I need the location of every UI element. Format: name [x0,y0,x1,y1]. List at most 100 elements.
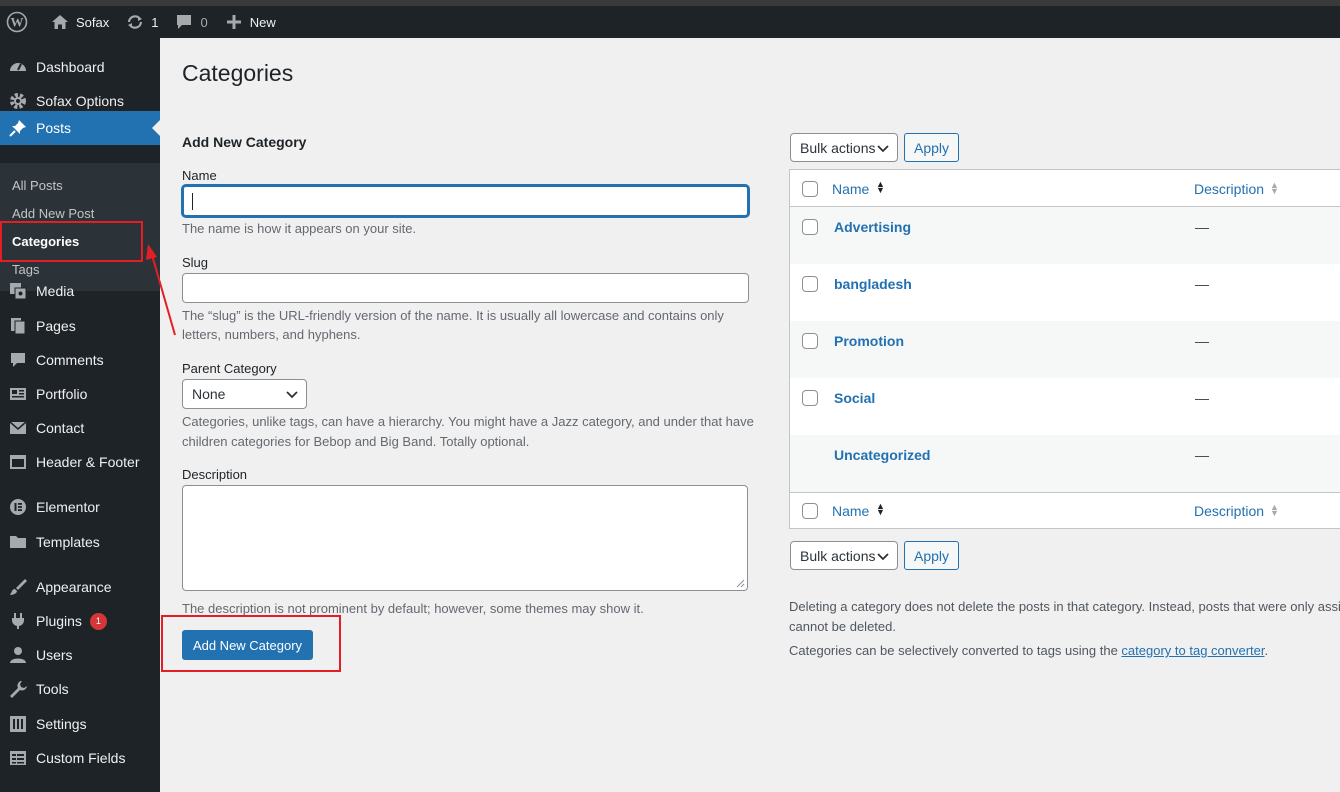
sidebar-item-tools[interactable]: Tools [0,672,160,706]
row-checkbox[interactable] [802,333,818,349]
row-checkbox[interactable] [802,276,818,292]
portfolio-icon [0,385,36,403]
sidebar-item-custom-fields[interactable]: Custom Fields [0,741,160,775]
name-input[interactable] [182,185,749,217]
table-row: Promotion — [790,321,1340,378]
wrench-icon [0,680,36,698]
table-header: Name ▲ ▼ Description ▲ ▼ [790,170,1340,207]
converter-note-prefix: Categories can be selectively converted … [789,643,1122,658]
slug-help-line1: The “slug” is the URL-friendly version o… [182,308,724,323]
description-label: Description [182,467,248,482]
annotation-arrow [146,244,176,336]
category-name-link[interactable]: Advertising [834,219,911,235]
resize-handle-icon[interactable] [736,579,745,588]
sidebar-item-label: Templates [36,534,100,550]
elementor-icon [0,498,36,516]
layout-icon [0,453,36,471]
row-checkbox[interactable] [802,390,818,406]
brush-icon [0,578,36,596]
categories-table: Name ▲ ▼ Description ▲ ▼ Advertising — ban… [789,169,1340,529]
bulk-actions-select-top[interactable]: Bulk actions [790,133,898,162]
slug-help-line2: letters, numbers, and hyphens. [182,327,361,342]
sidebar-item-label: Plugins [36,613,82,629]
table-row: Advertising — [790,207,1340,264]
user-icon [0,646,36,664]
sidebar-item-label: Tools [36,681,69,697]
category-description: — [1195,276,1209,292]
table-row: Uncategorized — [790,435,1340,492]
sidebar-item-label: Appearance [36,579,112,595]
category-name-link[interactable]: Uncategorized [834,447,930,463]
category-name-link[interactable]: Social [834,390,875,406]
update-count-badge: 1 [89,612,107,630]
sidebar-item-label: Settings [36,716,87,732]
name-help: The name is how it appears on your site. [182,221,417,236]
mail-icon [0,419,36,437]
column-description-footer[interactable]: Description [1194,503,1264,519]
sidebar-item-label: Header & Footer [36,454,140,470]
sidebar-item-label: Portfolio [36,386,88,402]
column-name-footer[interactable]: Name [832,503,869,519]
sidebar-item-label: Elementor [36,499,100,515]
sidebar-item-label: Custom Fields [36,750,126,766]
bulk-actions-select-bottom[interactable]: Bulk actions [790,541,898,570]
chevron-down-icon [877,553,889,561]
description-textarea[interactable] [182,485,748,591]
table-icon [0,749,36,767]
parent-category-select[interactable]: None [182,379,307,409]
sort-arrows-icon[interactable]: ▲ ▼ [1270,503,1279,518]
slug-input[interactable] [182,273,749,303]
sidebar-item-templates[interactable]: Templates [0,525,160,559]
parent-help-line1: Categories, unlike tags, can have a hier… [182,414,754,429]
table-footer: Name ▲ ▼ Description ▲ ▼ [790,492,1340,529]
sliders-icon [0,715,36,733]
sidebar-item-users[interactable]: Users [0,638,160,672]
sidebar-item-plugins[interactable]: Plugins 1 [0,604,160,638]
add-category-heading: Add New Category [182,134,307,150]
apply-button-top[interactable]: Apply [904,133,959,162]
converter-note-suffix: . [1264,643,1269,658]
select-all-checkbox[interactable] [802,503,818,519]
bulk-actions-value: Bulk actions [800,139,876,156]
row-checkbox[interactable] [802,219,818,235]
column-name-header[interactable]: Name [832,181,869,197]
delete-note-line2: cannot be deleted. [789,619,896,634]
bulk-actions-value: Bulk actions [800,547,876,564]
parent-category-label: Parent Category [182,361,277,376]
category-description: — [1195,390,1209,406]
category-tag-converter-link[interactable]: category to tag converter [1121,643,1264,658]
new-label: New [249,14,276,30]
category-description: — [1195,333,1209,349]
sidebar-item-settings[interactable]: Settings [0,707,160,741]
plug-icon [0,612,36,630]
sidebar-item-header-footer[interactable]: Header & Footer [0,445,160,479]
sidebar-item-label: Contact [36,420,85,436]
sidebar-item-portfolio[interactable]: Portfolio [0,377,160,411]
category-name-link[interactable]: bangladesh [834,276,912,292]
apply-button-bottom[interactable]: Apply [904,541,959,570]
converter-note: Categories can be selectively converted … [789,641,1268,661]
category-name-link[interactable]: Promotion [834,333,904,349]
sort-arrows-icon[interactable]: ▲ ▼ [876,180,885,195]
sort-arrows-icon[interactable]: ▲ ▼ [876,502,885,517]
chevron-down-icon [877,145,889,153]
sort-arrows-icon[interactable]: ▲ ▼ [1270,181,1279,196]
new-content-link[interactable]: New [216,6,284,38]
category-description: — [1195,219,1209,235]
category-description: — [1195,447,1209,463]
folder-icon [0,533,36,551]
chevron-down-icon [286,391,298,399]
table-row: bangladesh — [790,264,1340,321]
plus-icon [224,12,244,32]
sidebar-item-label: Users [36,647,73,663]
column-description-header[interactable]: Description [1194,181,1264,197]
sidebar-item-contact[interactable]: Contact [0,411,160,445]
highlight-box-add-button [161,615,341,672]
delete-note-line1: Deleting a category does not delete the … [789,599,1340,614]
admin-bar: W Sofax 1 0 New [0,0,1340,38]
sidebar-item-appearance[interactable]: Appearance [0,570,160,604]
select-all-checkbox[interactable] [802,181,818,197]
parent-help-line2: children categories for Bebop and Big Ba… [182,434,530,449]
sidebar-item-elementor[interactable]: Elementor [0,490,160,524]
parent-category-value: None [192,386,226,402]
